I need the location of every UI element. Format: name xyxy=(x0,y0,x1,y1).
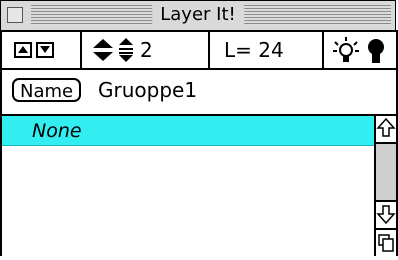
name-button[interactable]: Name xyxy=(12,78,82,102)
step-size-icon xyxy=(119,38,133,62)
up-down-stepper-icon[interactable] xyxy=(92,39,114,61)
scroll-up-arrow-icon xyxy=(376,117,396,137)
grow-box[interactable] xyxy=(376,230,396,256)
step-control: 2 xyxy=(82,32,210,68)
level-display: L= 24 xyxy=(210,32,324,68)
triangle-down-icon xyxy=(40,46,50,53)
layer-list[interactable]: None xyxy=(2,116,374,256)
move-arrows-group xyxy=(2,32,82,68)
lightbulb-off-icon[interactable] xyxy=(366,38,386,64)
move-down-button[interactable] xyxy=(36,42,54,58)
lightbulb-on-icon[interactable] xyxy=(332,36,360,64)
group-name-value[interactable]: Gruoppe1 xyxy=(98,78,197,102)
title-bar[interactable]: Layer It! xyxy=(0,0,396,30)
level-label: L= 24 xyxy=(224,38,284,62)
close-box[interactable] xyxy=(7,7,23,23)
step-value[interactable]: 2 xyxy=(140,38,153,62)
scroll-down-button[interactable] xyxy=(376,202,396,230)
list-item-selected[interactable]: None xyxy=(2,116,374,146)
window-title: Layer It! xyxy=(152,3,244,27)
scroll-down-arrow-icon xyxy=(376,205,396,225)
grow-box-icon xyxy=(378,234,394,252)
vertical-scrollbar[interactable] xyxy=(374,116,396,256)
name-row: Name Gruoppe1 xyxy=(0,70,398,114)
list-item-label: None xyxy=(32,120,82,142)
scroll-up-button[interactable] xyxy=(376,116,396,144)
layer-list-area: None xyxy=(0,114,398,256)
scroll-track[interactable] xyxy=(376,144,396,202)
visibility-group xyxy=(324,32,396,68)
triangle-up-icon xyxy=(18,46,28,53)
toolbar: 2 L= 24 xyxy=(0,30,398,70)
move-up-button[interactable] xyxy=(14,42,32,58)
